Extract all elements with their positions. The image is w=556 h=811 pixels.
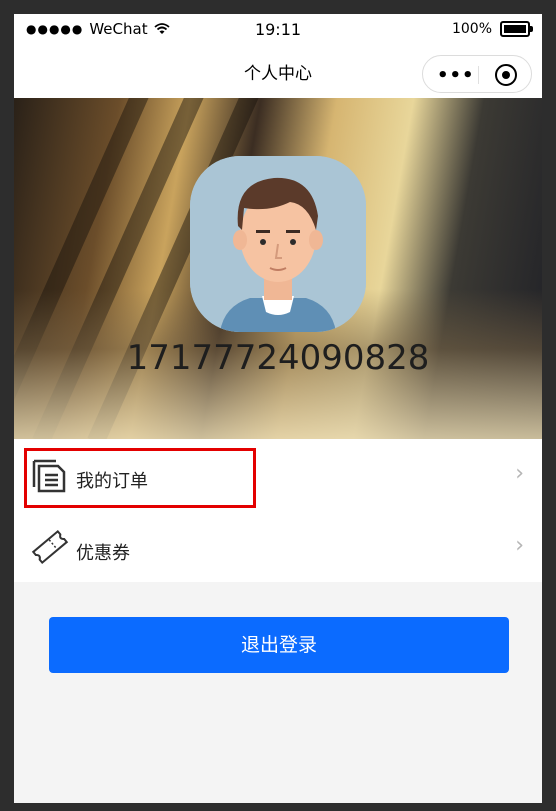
close-miniprogram-icon[interactable] bbox=[495, 64, 517, 86]
chevron-right-icon: › bbox=[515, 533, 524, 558]
battery-group: 100% bbox=[451, 21, 533, 37]
avatar-illustration bbox=[190, 156, 366, 332]
menu-item-orders[interactable]: 我的订单 › bbox=[14, 439, 542, 510]
battery-percent: 100% bbox=[451, 21, 492, 37]
avatar[interactable] bbox=[190, 156, 366, 332]
menu-list: 我的订单 › 优惠券 › bbox=[14, 439, 542, 582]
status-bar: ●●●●● WeChat 19:11 100% bbox=[14, 14, 542, 44]
menu-item-label: 优惠券 bbox=[76, 543, 130, 564]
coupon-ticket-icon bbox=[31, 529, 69, 565]
battery-icon bbox=[500, 21, 533, 37]
highlight-box bbox=[24, 448, 256, 508]
battery-fill bbox=[504, 25, 526, 33]
miniprogram-capsule: ••• bbox=[422, 55, 532, 93]
logout-button[interactable]: 退出登录 bbox=[49, 617, 509, 673]
chevron-right-icon: › bbox=[515, 461, 524, 486]
menu-item-coupons[interactable]: 优惠券 › bbox=[14, 511, 542, 582]
capsule-divider bbox=[478, 66, 479, 84]
profile-banner: 17177724090828 bbox=[14, 98, 542, 439]
more-icon[interactable]: ••• bbox=[437, 65, 475, 86]
app-frame: ●●●●● WeChat 19:11 100% 个人中心 ••• 1717772… bbox=[14, 14, 542, 803]
nav-bar: 个人中心 ••• bbox=[14, 44, 542, 99]
user-phone: 17177724090828 bbox=[126, 338, 430, 378]
